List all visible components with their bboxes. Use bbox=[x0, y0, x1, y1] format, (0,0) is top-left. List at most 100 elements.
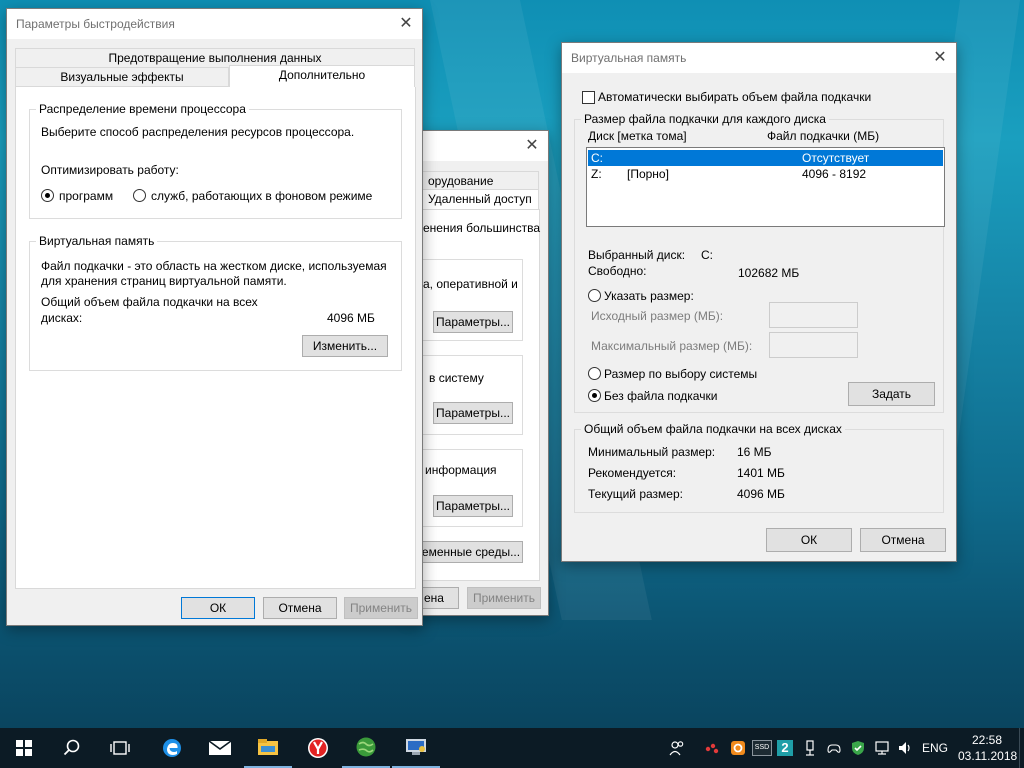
total-pagefile-label: Общий объем файла подкачки на всех bbox=[41, 295, 258, 309]
column-pagefile: Файл подкачки (МБ) bbox=[767, 129, 880, 143]
min-size-label: Минимальный размер: bbox=[588, 445, 716, 459]
profiles-desc: в систему bbox=[429, 371, 484, 385]
custom-size-label[interactable]: Указать размер: bbox=[604, 289, 694, 303]
ok-button[interactable]: ОК bbox=[181, 597, 255, 619]
system-properties-window[interactable]: ✕ орудование Удаленный доступ енения бол… bbox=[408, 130, 549, 616]
tab-hardware[interactable]: орудование bbox=[421, 171, 539, 191]
column-disk: Диск [метка тома] bbox=[588, 129, 687, 143]
virtual-memory-window[interactable]: Виртуальная память ✕ Автоматически выбир… bbox=[561, 42, 957, 562]
tray-dots-icon[interactable] bbox=[704, 740, 720, 756]
taskbar: SSD 2 ENG 22:58 03.11.2018 bbox=[0, 728, 1024, 768]
apply-button[interactable]: Применить bbox=[344, 597, 418, 619]
cancel-button[interactable]: Отмена bbox=[263, 597, 337, 619]
max-size-label: Максимальный размер (МБ): bbox=[591, 339, 753, 353]
pagefile-description: Файл подкачки - это область на жестком д… bbox=[41, 259, 387, 273]
environment-variables-button[interactable]: еменные среды... bbox=[419, 541, 523, 563]
drive-row-selected[interactable]: C: Отсутствует bbox=[588, 150, 943, 166]
ssd-icon[interactable]: SSD bbox=[752, 740, 772, 756]
current-size-value: 4096 МБ bbox=[737, 487, 785, 501]
drive-row[interactable]: Z: [Порно] 4096 - 8192 bbox=[588, 166, 943, 182]
clock-date[interactable]: 03.11.2018 bbox=[958, 749, 1017, 763]
close-icon[interactable]: ✕ bbox=[924, 43, 956, 73]
current-size-label: Текущий размер: bbox=[588, 487, 683, 501]
auto-manage-label[interactable]: Автоматически выбирать объем файла подка… bbox=[598, 90, 871, 104]
tab-remote[interactable]: Удаленный доступ bbox=[421, 189, 539, 211]
titlebar[interactable]: Параметры быстродействия ✕ bbox=[7, 9, 422, 39]
start-windows-icon[interactable] bbox=[0, 728, 48, 768]
safely-remove-icon[interactable] bbox=[802, 740, 818, 756]
drive-list[interactable]: C: Отсутствует Z: [Порно] 4096 - 8192 bbox=[586, 147, 945, 227]
initial-size-input[interactable] bbox=[769, 302, 858, 328]
cancel-button[interactable]: Отмена bbox=[860, 528, 946, 552]
language-indicator[interactable]: ENG bbox=[922, 741, 948, 755]
startup-settings-button[interactable]: Параметры... bbox=[433, 495, 513, 517]
max-size-input[interactable] bbox=[769, 332, 858, 358]
drive-letter: C: bbox=[591, 151, 603, 165]
min-size-value: 16 МБ bbox=[737, 445, 772, 459]
drive-label: [Порно] bbox=[627, 167, 669, 181]
performance-desc: а, оперативной и bbox=[423, 277, 518, 291]
group-title: Виртуальная память bbox=[36, 234, 158, 248]
programs-label[interactable]: программ bbox=[59, 189, 113, 203]
people-icon[interactable] bbox=[669, 740, 685, 756]
ok-button[interactable]: ОК bbox=[766, 528, 852, 552]
admin-note: енения большинства bbox=[423, 221, 541, 235]
free-space-value: 102682 МБ bbox=[738, 266, 800, 280]
window-title: Параметры быстродействия bbox=[16, 17, 175, 31]
optimize-label: Оптимизировать работу: bbox=[41, 163, 179, 177]
initial-size-label: Исходный размер (МБ): bbox=[591, 309, 724, 323]
search-icon[interactable] bbox=[48, 728, 96, 768]
show-desktop-button[interactable] bbox=[1019, 728, 1024, 768]
network-icon[interactable] bbox=[874, 740, 890, 756]
tray-gear-icon[interactable] bbox=[730, 740, 746, 756]
cpu-description: Выберите способ распределения ресурсов п… bbox=[41, 125, 355, 139]
background-services-label[interactable]: служб, работающих в фоновом режиме bbox=[151, 189, 372, 203]
programs-radio[interactable] bbox=[41, 189, 54, 202]
performance-options-window[interactable]: Параметры быстродействия ✕ Предотвращени… bbox=[6, 8, 423, 626]
free-space-label: Свободно: bbox=[588, 264, 647, 278]
group-title: Распределение времени процессора bbox=[36, 102, 249, 116]
drive-size: Отсутствует bbox=[802, 151, 870, 165]
system-properties-icon[interactable] bbox=[392, 728, 440, 768]
yandex-browser-icon[interactable] bbox=[294, 728, 342, 768]
mail-icon[interactable] bbox=[196, 728, 244, 768]
group-title: Размер файла подкачки для каждого диска bbox=[581, 112, 829, 126]
auto-manage-checkbox[interactable] bbox=[582, 91, 595, 104]
no-pagefile-radio[interactable] bbox=[588, 389, 601, 402]
change-button[interactable]: Изменить... bbox=[302, 335, 388, 357]
no-pagefile-label[interactable]: Без файла подкачки bbox=[604, 389, 717, 403]
gamepad-icon[interactable] bbox=[826, 740, 842, 756]
volume-icon[interactable] bbox=[897, 740, 913, 756]
set-button[interactable]: Задать bbox=[848, 382, 935, 406]
total-pagefile-value: 4096 МБ bbox=[327, 311, 375, 325]
file-explorer-icon[interactable] bbox=[244, 728, 292, 768]
performance-settings-button[interactable]: Параметры... bbox=[433, 311, 513, 333]
tab-advanced[interactable]: Дополнительно bbox=[229, 65, 415, 87]
close-icon[interactable]: ✕ bbox=[516, 131, 548, 161]
background-services-radio[interactable] bbox=[133, 189, 146, 202]
startup-desc: информация bbox=[425, 463, 497, 477]
edge-browser-icon[interactable] bbox=[148, 728, 196, 768]
apply-button[interactable]: Применить bbox=[467, 587, 541, 609]
titlebar[interactable]: Виртуальная память ✕ bbox=[562, 43, 956, 73]
drive-size: 4096 - 8192 bbox=[802, 167, 867, 181]
custom-size-radio[interactable] bbox=[588, 289, 601, 302]
task-view-icon[interactable] bbox=[96, 728, 144, 768]
tab-visual-effects[interactable]: Визуальные эффекты bbox=[15, 67, 229, 87]
globe-app-icon[interactable] bbox=[342, 728, 390, 768]
system-managed-label[interactable]: Размер по выбору системы bbox=[604, 367, 757, 381]
recommended-value: 1401 МБ bbox=[737, 466, 785, 480]
total-pagefile-label: дисках: bbox=[41, 311, 83, 325]
security-shield-icon[interactable] bbox=[850, 740, 866, 756]
close-icon[interactable]: ✕ bbox=[390, 9, 422, 39]
titlebar[interactable]: ✕ bbox=[409, 131, 548, 161]
system-managed-radio[interactable] bbox=[588, 367, 601, 380]
pagefile-description: для хранения страниц виртуальной памяти. bbox=[41, 274, 287, 288]
selected-disk-value: C: bbox=[701, 248, 713, 262]
profiles-settings-button[interactable]: Параметры... bbox=[433, 402, 513, 424]
clock-time[interactable]: 22:58 bbox=[972, 733, 1002, 747]
recommended-label: Рекомендуется: bbox=[588, 466, 677, 480]
tray-number-icon[interactable]: 2 bbox=[777, 740, 793, 756]
window-title: Виртуальная память bbox=[571, 51, 687, 65]
selected-disk-label: Выбранный диск: bbox=[588, 248, 686, 262]
